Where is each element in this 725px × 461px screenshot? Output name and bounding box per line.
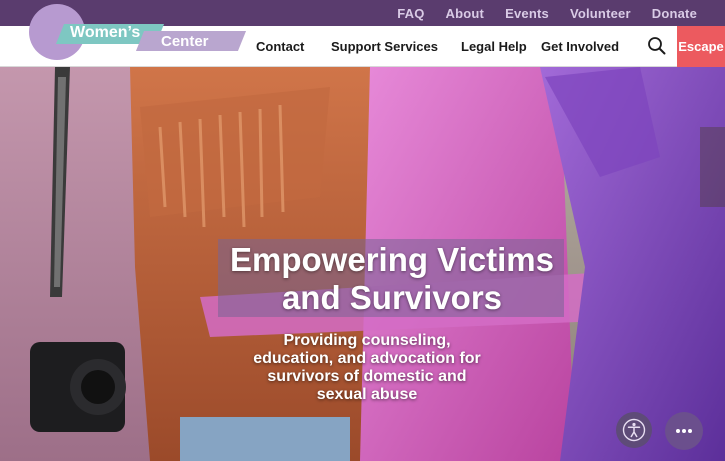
utility-link-donate[interactable]: Donate [652,6,697,21]
utility-link-events[interactable]: Events [505,6,549,21]
utility-link-faq[interactable]: FAQ [397,6,424,21]
chat-button[interactable] [665,412,703,450]
nav-link-get-involved[interactable]: Get Involved [541,39,619,54]
logo-text-womens: Women’s [70,24,141,41]
search-button[interactable] [647,36,667,56]
utility-link-volunteer[interactable]: Volunteer [570,6,631,21]
hero-title-line-1: Empowering Victims [230,241,554,278]
hero-title: Empowering Victims and Survivors [210,241,574,317]
hero-title-line-2: and Survivors [281,279,503,316]
accessibility-icon [622,418,646,442]
chat-icon [676,429,692,433]
utility-link-about[interactable]: About [446,6,485,21]
logo-text-center: Center [161,33,209,50]
accessibility-button[interactable] [616,412,652,448]
escape-button[interactable]: Escape [677,26,725,67]
nav-link-legal-help[interactable]: Legal Help [461,39,527,54]
nav-link-support-services[interactable]: Support Services [331,39,438,54]
search-icon [648,37,666,55]
nav-link-contact[interactable]: Contact [256,39,304,54]
hero-banner: Empowering Victims and Survivors Providi… [0,67,725,461]
site-logo[interactable]: Women’s Center [0,0,250,66]
hero-subtitle: Providing counseling, education, and adv… [253,332,481,403]
